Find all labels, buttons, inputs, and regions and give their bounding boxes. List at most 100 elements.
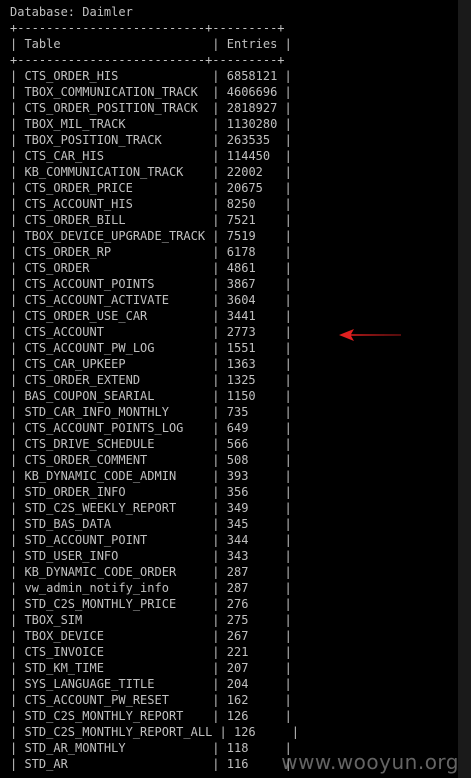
table-cell-name: STD_ACCOUNT_POINT [24,533,148,547]
table-cell-name: CTS_ACCOUNT_PW_LOG [24,341,155,355]
table-cell-name: STD_BAS_DATA [24,517,112,531]
table-cell-entries: 1150 [226,389,256,403]
table-cell-entries: 207 [226,661,249,675]
table-cell-name: KB_COMMUNICATION_TRACK [24,165,184,179]
table-row: | STD_KM_TIME | 207 | [10,661,292,675]
table-cell-name: CTS_ACCOUNT_POINTS [24,277,155,291]
table-cell-name: CTS_ACCOUNT_PW_RESET [24,693,169,707]
table-cell-entries: 221 [226,645,249,659]
table-header-row: | Table | Entries | [10,37,292,51]
table-cell-name: STD_AR_MONTHLY [24,741,126,755]
table-cell-name: KB_DYNAMIC_CODE_ORDER [24,565,177,579]
table-cell-name: CTS_ORDER [24,261,90,275]
table-border-top: +--------------------------+---------+ [10,21,285,35]
vertical-scrollbar[interactable] [458,0,471,778]
table-cell-entries: 1363 [226,357,256,371]
table-row: | STD_CAR_INFO_MONTHLY | 735 | [10,405,292,419]
table-cell-entries: 287 [226,581,249,595]
table-cell-entries: 7521 [226,213,256,227]
table-cell-entries: 6858121 [226,69,278,83]
table-row: | TBOX_MIL_TRACK | 1130280 | [10,117,292,131]
table-cell-name: CTS_ORDER_BILL [24,213,126,227]
table-row: | CTS_CAR_HIS | 114450 | [10,149,292,163]
table-row: | vw_admin_notify_info | 287 | [10,581,292,595]
table-cell-entries: 393 [226,469,249,483]
table-header-table: Table [24,37,61,51]
table-cell-name: CTS_ACCOUNT_ACTIVATE [24,293,169,307]
table-cell-entries: 349 [226,501,249,515]
table-row: | CTS_ACCOUNT_HIS | 8250 | [10,197,292,211]
table-row: | TBOX_DEVICE | 267 | [10,629,292,643]
table-row: | CTS_ORDER_COMMENT | 508 | [10,453,292,467]
table-cell-name: STD_C2S_MONTHLY_REPORT [24,709,184,723]
table-cell-name: TBOX_COMMUNICATION_TRACK [24,85,198,99]
table-cell-entries: 267 [226,629,249,643]
table-body: | CTS_ORDER_HIS | 6858121 | | TBOX_COMMUN… [10,68,299,772]
table-cell-entries: 3867 [226,277,256,291]
table-row: | CTS_ACCOUNT_POINTS | 3867 | [10,277,292,291]
table-cell-name: STD_AR [24,757,68,771]
table-cell-name: STD_CAR_INFO_MONTHLY [24,405,169,419]
table-row: | STD_C2S_MONTHLY_REPORT | 126 | [10,709,292,723]
table-cell-name: CTS_CAR_UPKEEP [24,357,126,371]
table-cell-entries: 118 [226,741,249,755]
table-cell-entries: 345 [226,517,249,531]
table-row: | CTS_ORDER_HIS | 6858121 | [10,69,292,83]
table-row: | CTS_ACCOUNT | 2773 | [10,325,292,339]
table-cell-name: TBOX_POSITION_TRACK [24,133,162,147]
table-cell-name: TBOX_SIM [24,613,83,627]
table-row: | STD_USER_INFO | 343 | [10,549,292,563]
table-cell-entries: 3604 [226,293,256,307]
table-cell-name: CTS_INVOICE [24,645,104,659]
table-cell-entries: 126 [233,725,256,739]
table-cell-name: STD_C2S_MONTHLY_REPORT_ALL [24,725,213,739]
table-cell-entries: 2773 [226,325,256,339]
table-row: | STD_AR_MONTHLY | 118 | [10,741,292,755]
table-cell-name: CTS_ORDER_USE_CAR [24,309,148,323]
table-cell-entries: 275 [226,613,249,627]
table-cell-name: STD_C2S_MONTHLY_PRICE [24,597,177,611]
table-row: | STD_ACCOUNT_POINT | 344 | [10,533,292,547]
table-cell-entries: 116 [226,757,249,771]
table-cell-name: CTS_ORDER_RP [24,245,112,259]
database-line: Database: Daimler [10,5,133,19]
table-row: | KB_DYNAMIC_CODE_ORDER | 287 | [10,565,292,579]
table-cell-name: CTS_ORDER_COMMENT [24,453,148,467]
table-row: | CTS_ACCOUNT_ACTIVATE | 3604 | [10,293,292,307]
console-window: Database: Daimler +----------------------… [0,0,471,778]
table-row: | KB_COMMUNICATION_TRACK | 22002 | [10,165,292,179]
table-border-header: +--------------------------+---------+ [10,53,285,67]
table-row: | CTS_ORDER_RP | 6178 | [10,245,292,259]
table-cell-entries: 276 [226,597,249,611]
table-cell-name: BAS_COUPON_SEARIAL [24,389,155,403]
table-row: | CTS_CAR_UPKEEP | 1363 | [10,357,292,371]
table-cell-entries: 162 [226,693,249,707]
table-row: | CTS_ORDER_PRICE | 20675 | [10,181,292,195]
table-row: | CTS_DRIVE_SCHEDULE | 566 | [10,437,292,451]
red-arrow-annotation [339,329,401,341]
table-cell-name: CTS_ACCOUNT_HIS [24,197,133,211]
table-cell-name: STD_KM_TIME [24,661,104,675]
table-cell-entries: 4861 [226,261,256,275]
table-cell-entries: 22002 [226,165,263,179]
table-row: | CTS_ACCOUNT_PW_RESET | 162 | [10,693,292,707]
table-cell-name: KB_DYNAMIC_CODE_ADMIN [24,469,177,483]
table-cell-name: STD_ORDER_INFO [24,485,126,499]
table-cell-entries: 4606696 [226,85,278,99]
table-cell-name: CTS_ORDER_EXTEND [24,373,141,387]
table-row: | CTS_ORDER_POSITION_TRACK | 2818927 | [10,101,292,115]
table-cell-entries: 356 [226,485,249,499]
table-row: | TBOX_DEVICE_UPGRADE_TRACK | 7519 | [10,229,292,243]
table-cell-entries: 204 [226,677,249,691]
table-cell-entries: 3441 [226,309,256,323]
table-row: | CTS_ORDER | 4861 | [10,261,292,275]
table-cell-entries: 126 [226,709,249,723]
table-cell-name: CTS_DRIVE_SCHEDULE [24,437,155,451]
table-row: | STD_BAS_DATA | 345 | [10,517,292,531]
table-cell-entries: 1551 [226,341,256,355]
table-row: | CTS_ORDER_BILL | 7521 | [10,213,292,227]
table-cell-entries: 566 [226,437,249,451]
table-cell-name: TBOX_DEVICE [24,629,104,643]
table-cell-entries: 1130280 [226,117,278,131]
table-cell-name: TBOX_DEVICE_UPGRADE_TRACK [24,229,206,243]
